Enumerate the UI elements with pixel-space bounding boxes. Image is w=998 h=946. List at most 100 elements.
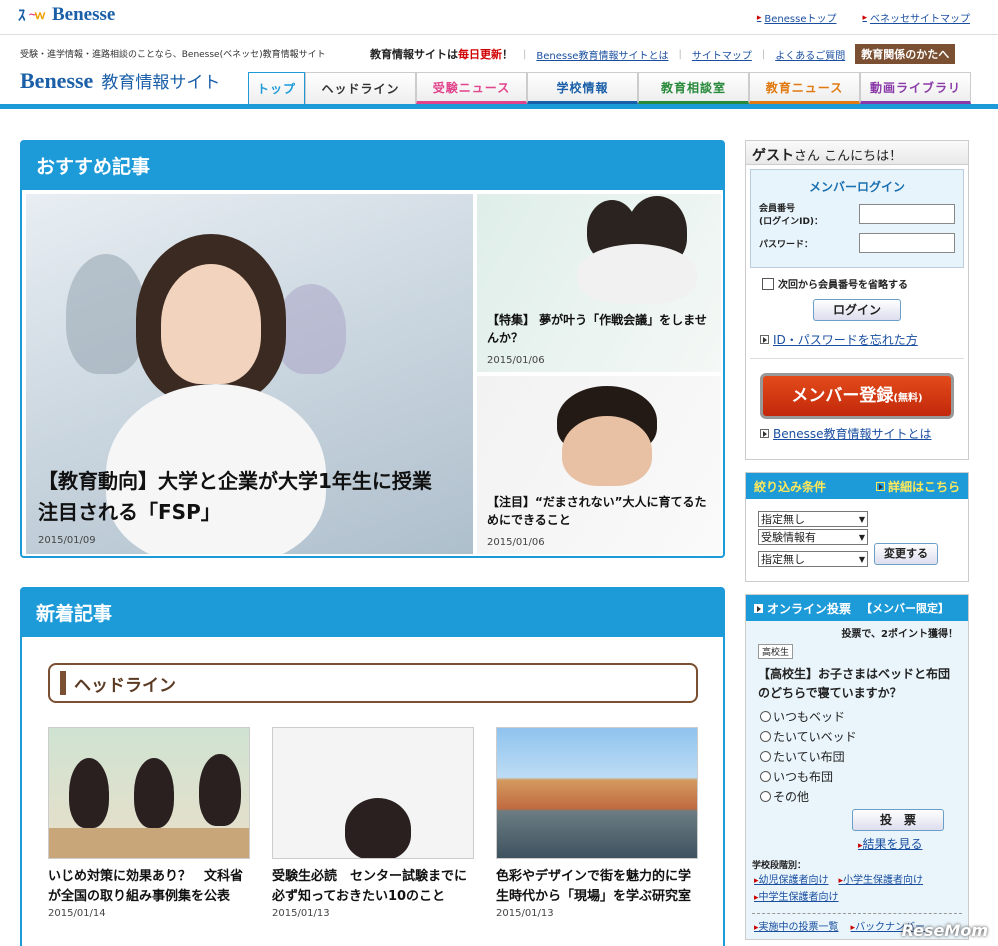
forgot-password-link[interactable]: ID・パスワードを忘れた方 <box>760 331 954 348</box>
main-nav: トップ ヘッドライン 受験ニュース 学校情報 教育相談室 教育ニュース 動画ライ… <box>248 72 971 104</box>
stage-link-preschool[interactable]: ▸幼児保護者向け <box>754 871 829 886</box>
remember-checkbox[interactable]: 次回から会員番号を省略する <box>762 276 952 291</box>
password-label: パスワード： <box>759 239 814 250</box>
classroom-students-image <box>48 727 250 859</box>
tab-headline[interactable]: ヘッドライン <box>305 72 416 104</box>
news-card-date: 2015/01/13 <box>496 908 554 919</box>
section-bar <box>60 671 66 695</box>
active-votes-link[interactable]: ▸実施中の投票一覧 <box>754 918 839 933</box>
filter-select-3[interactable]: 指定無し ▼ <box>758 551 868 567</box>
featured-side-title: 【特集】 夢が叶う「作戦会議」をしませんか？ <box>487 312 707 346</box>
vote-question: 【高校生】お子さまはベッドと布団のどちらで寝ていますか？ <box>758 667 951 700</box>
stage-link-elementary[interactable]: ▸小学生保護者向け <box>839 871 924 886</box>
tab-top[interactable]: トップ <box>248 72 305 104</box>
featured-side-date: 2015/01/06 <box>487 537 545 548</box>
featured-side-article-2[interactable]: 【注目】“だまされない”大人に育てるためにできること 2015/01/06 <box>477 376 721 554</box>
tagline: 受験・進学情報・進路相談のことなら、Benesse(ベネッセ)教育情報サイト <box>20 50 326 60</box>
vote-option[interactable]: その他 <box>760 788 968 805</box>
vote-results-link[interactable]: ▸結果を見る <box>858 835 968 852</box>
logo-mark-icon: ｽ ~ ｗ <box>18 6 47 24</box>
news-card-date: 2015/01/14 <box>48 908 106 919</box>
vote-points-note: 投票で、2ポイント獲得！ <box>841 629 958 640</box>
member-no-input[interactable] <box>859 204 955 224</box>
greeting: ゲストさん こんにちは！ <box>746 141 968 165</box>
chevron-down-icon: ▼ <box>858 514 865 524</box>
filter-title: 絞り込み条件 <box>754 479 827 494</box>
divider: | <box>678 48 682 60</box>
teacher-face-image <box>161 264 261 384</box>
featured-panel: おすすめ記事 【教育動向】大学と企業が大学1年生に授業 注目される「FSP」 2… <box>20 140 725 558</box>
new-articles-panel: 新着記事 ヘッドライン いじめ対策に効果あり？ 文科省が全国の取り組み事例集を公… <box>20 587 725 946</box>
featured-main-article[interactable]: 【教育動向】大学と企業が大学1年生に授業 注目される「FSP」 2015/01/… <box>26 194 473 554</box>
sub-bar: 受験・進学情報・進路相談のことなら、Benesse(ベネッセ)教育情報サイト 教… <box>0 34 998 68</box>
student-portrait-image <box>272 727 474 859</box>
for-educators-button[interactable]: 教育関係のかたへ <box>855 44 956 64</box>
news-card-title: 色彩やデザインで街を魅力的に学生時代から「現場」を学ぶ研究室 <box>496 869 692 904</box>
member-no-label: 会員番号 (ログインID)： <box>759 204 824 227</box>
vote-option[interactable]: いつも布団 <box>760 768 968 785</box>
login-title: メンバーログイン <box>808 180 905 194</box>
filter-select-1[interactable]: 指定無し ▼ <box>758 511 868 527</box>
background-students-image <box>276 284 346 374</box>
divider: | <box>761 48 766 60</box>
filter-apply-button[interactable]: 変更する <box>874 543 938 565</box>
chevron-down-icon: ▼ <box>858 532 865 542</box>
divider: | <box>523 48 527 60</box>
tab-education-news[interactable]: 教育ニュース <box>749 72 860 104</box>
benesse-sitemap-link[interactable]: ▸ ベネッセサイトマップ <box>862 10 970 26</box>
tab-consultation[interactable]: 教育相談室 <box>638 72 749 104</box>
faq-link[interactable]: よくあるご質問 <box>775 47 845 62</box>
featured-side-article-1[interactable]: 【特集】 夢が叶う「作戦会議」をしませんか？ 2015/01/06 <box>477 194 721 372</box>
vote-option[interactable]: たいていベッド <box>760 728 968 745</box>
news-card-title: いじめ対策に効果あり？ 文科省が全国の取り組み事例集を公表 <box>48 869 244 904</box>
background-students-image <box>66 254 146 374</box>
news-card[interactable]: 受験生必読 センター試験までに必ず知っておきたい10のこと 2015/01/13 <box>272 727 474 919</box>
featured-heading: おすすめ記事 <box>22 142 723 190</box>
news-card[interactable]: 色彩やデザインで街を魅力的に学生時代から「現場」を学ぶ研究室 2015/01/1… <box>496 727 698 919</box>
benesse-logo[interactable]: ｽ ~ ｗ Benesse <box>18 4 115 26</box>
site-title[interactable]: Benesse 教育情報サイト <box>20 68 220 94</box>
resemom-watermark: ReseMom <box>901 921 988 940</box>
stage-link-junior-high[interactable]: ▸中学生保護者向け <box>754 888 968 903</box>
password-input[interactable] <box>859 233 955 253</box>
top-bar: ｽ ~ ｗ Benesse ▸ Benesseトップ ▸ ベネッセサイトマップ <box>0 0 998 34</box>
vote-option[interactable]: いつもベッド <box>760 708 968 725</box>
site-brand: Benesse <box>20 68 94 93</box>
benesse-top-link[interactable]: ▸ Benesseトップ <box>756 10 837 26</box>
news-card[interactable]: いじめ対策に効果あり？ 文科省が全国の取り組み事例集を公表 2015/01/14 <box>48 727 250 919</box>
play-arrow-icon <box>760 335 769 344</box>
filter-detail-link[interactable]: 詳細はこちら <box>875 478 960 495</box>
update-notice: 教育情報サイトは毎日更新！ <box>370 48 513 61</box>
radio-icon <box>760 751 771 763</box>
radio-icon <box>760 771 771 783</box>
tab-exam-news[interactable]: 受験ニュース <box>416 72 527 104</box>
login-button[interactable]: ログイン <box>813 299 901 321</box>
featured-main-title: 【教育動向】大学と企業が大学1年生に授業 注目される「FSP」 <box>38 469 452 524</box>
riverside-town-image <box>496 727 698 859</box>
tab-video-library[interactable]: 動画ライブラリ <box>860 72 971 104</box>
nav-underline <box>0 104 998 109</box>
register-button[interactable]: メンバー登録(無料) <box>760 373 954 419</box>
radio-icon <box>760 791 771 803</box>
play-arrow-icon <box>760 429 769 438</box>
login-panel: ゲストさん こんにちは！ メンバーログイン 会員番号 (ログインID)： パスワー… <box>745 140 969 460</box>
tab-school-info[interactable]: 学校情報 <box>527 72 638 104</box>
filter-select-2[interactable]: 受験情報有 ▼ <box>758 529 868 545</box>
chevron-down-icon: ▼ <box>858 554 865 564</box>
login-form: メンバーログイン 会員番号 (ログインID)： パスワード： <box>750 169 964 268</box>
news-card-title: 受験生必読 センター試験までに必ず知っておきたい10のこと <box>272 869 468 904</box>
headline-section-header: ヘッドライン <box>48 663 698 703</box>
vote-submit-button[interactable]: 投 票 <box>852 809 944 832</box>
logo-text: Benesse <box>52 4 116 25</box>
checkbox-icon <box>762 277 774 290</box>
vote-option[interactable]: たいてい布団 <box>760 748 968 765</box>
new-articles-heading: 新着記事 <box>22 589 723 637</box>
radio-icon <box>760 731 771 743</box>
vote-header: オンライン投票 【メンバー限定】 <box>746 595 968 621</box>
about-site-link[interactable]: Benesse教育情報サイトとは <box>536 47 668 62</box>
about-site-sidebar-link[interactable]: Benesse教育情報サイトとは <box>760 425 954 442</box>
arrow-right-icon: ▸ <box>756 12 762 23</box>
headline-section-title: ヘッドライン <box>74 675 176 696</box>
sitemap-link[interactable]: サイトマップ <box>692 47 752 62</box>
vote-panel: オンライン投票 【メンバー限定】 投票で、2ポイント獲得！ 高校生 【高校生】お… <box>745 594 969 940</box>
